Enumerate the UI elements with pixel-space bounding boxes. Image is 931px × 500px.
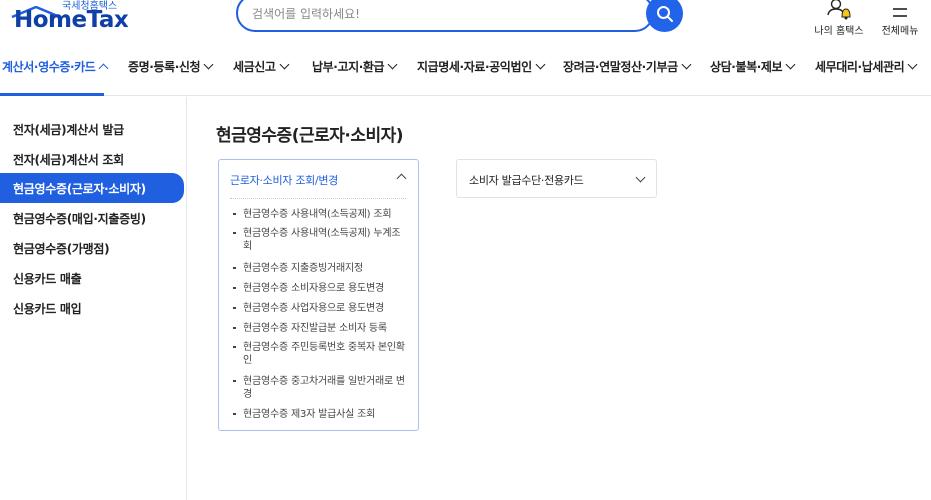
search-icon (656, 5, 673, 22)
logo-title: HomeTax (14, 7, 129, 33)
sidebar-item-label: 현금영수증(근로자·소비자) (13, 182, 146, 196)
nav-item-incentives[interactable]: 장려금·연말정산·기부금 (563, 58, 692, 75)
nav-item-label: 장려금·연말정산·기부금 (563, 60, 678, 74)
nav-item-payment[interactable]: 납부·고지·환급 (312, 58, 398, 75)
consumer-inquiry-card: 근로자·소비자 조회/변경 현금영수증 사용내역(소득공제) 조회 현금영수증 … (218, 159, 419, 431)
search-button[interactable] (646, 0, 683, 32)
nav-item-consulting[interactable]: 상담·불복·제보 (710, 58, 796, 75)
all-menu-button[interactable]: 전체메뉴 (874, 0, 926, 37)
nav-item-tax-agent[interactable]: 세무대리·납세관리 (815, 58, 918, 75)
nav-item-receipts[interactable]: 계산서·영수증·카드 (2, 58, 109, 75)
nav-item-certificates[interactable]: 증명·등록·신청 (128, 58, 214, 75)
my-hometax-label: 나의 홈택스 (814, 26, 864, 37)
chevron-up-icon[interactable] (396, 173, 407, 184)
list-item[interactable]: 현금영수증 사업자용으로 용도변경 (233, 302, 409, 315)
sidebar-item-einvoice-inquiry[interactable]: 전자(세금)계산서 조회 (13, 151, 124, 168)
search-input[interactable] (252, 4, 632, 24)
user-bell-icon (827, 0, 851, 20)
nav-item-label: 상담·불복·제보 (710, 60, 783, 74)
nav-item-label: 납부·고지·환급 (312, 60, 385, 74)
list-item[interactable]: 현금영수증 주민등록번호 중복자 본인확인 (233, 341, 409, 367)
nav-item-label: 계산서·영수증·카드 (2, 60, 96, 74)
sidebar-item-cash-receipt-merchant[interactable]: 현금영수증(가맹점) (13, 240, 110, 257)
sidebar: 전자(세금)계산서 발급 전자(세금)계산서 조회 현금영수증(근로자·소비자)… (0, 97, 187, 500)
chevron-down-icon (785, 59, 796, 70)
list-item[interactable]: 현금영수증 중고차거래를 일반거래로 변경 (233, 375, 409, 401)
consumer-issuance-card[interactable]: 소비자 발급수단·전용카드 (456, 159, 657, 198)
nav-item-label: 세무대리·납세관리 (815, 60, 905, 74)
sidebar-item-credit-card-purchase[interactable]: 신용카드 매입 (13, 300, 82, 317)
search-box (236, 0, 654, 32)
sidebar-item-cash-receipt-consumer[interactable]: 현금영수증(근로자·소비자) (0, 173, 184, 203)
chevron-down-icon (535, 59, 546, 70)
nav-item-label: 증명·등록·신청 (128, 60, 201, 74)
main-nav: 계산서·영수증·카드 증명·등록·신청 세금신고 납부·고지·환급 지급명세·자… (0, 48, 931, 96)
hamburger-icon (893, 8, 907, 17)
divider (230, 198, 406, 199)
chevron-down-icon (635, 172, 646, 183)
header: 국세청홈택스 HomeTax 나의 홈택스 전체메뉴 (0, 0, 931, 48)
nav-item-statements[interactable]: 지급명세·자료·공익법인 (417, 58, 546, 75)
list-item[interactable]: 현금영수증 소비자용으로 용도변경 (233, 282, 409, 295)
chevron-down-icon (681, 59, 692, 70)
list-item[interactable]: 현금영수증 지출증빙거래지정 (233, 262, 409, 275)
hometax-logo[interactable]: 국세청홈택스 HomeTax (4, 0, 129, 40)
my-hometax-button[interactable]: 나의 홈택스 (813, 0, 865, 37)
nav-item-label: 지급명세·자료·공익법인 (417, 60, 532, 74)
sidebar-item-credit-card-sales[interactable]: 신용카드 매출 (13, 270, 82, 287)
nav-active-indicator (0, 93, 104, 96)
list-item[interactable]: 현금영수증 사용내역(소득공제) 누계조회 (233, 227, 409, 253)
card-header[interactable]: 근로자·소비자 조회/변경 (230, 172, 338, 188)
chevron-up-icon (99, 63, 109, 73)
nav-item-label: 세금신고 (233, 60, 276, 74)
list-item[interactable]: 현금영수증 사용내역(소득공제) 조회 (233, 208, 409, 221)
chevron-down-icon (387, 59, 398, 70)
list-item[interactable]: 현금영수증 제3자 발급사실 조회 (233, 408, 409, 421)
page-title: 현금영수증(근로자·소비자) (216, 126, 404, 146)
sidebar-item-einvoice-issue[interactable]: 전자(세금)계산서 발급 (13, 121, 124, 138)
chevron-down-icon (279, 59, 290, 70)
sidebar-item-cash-receipt-purchase[interactable]: 현금영수증(매입·지출증빙) (13, 210, 146, 227)
list-item[interactable]: 현금영수증 자진발급분 소비자 등록 (233, 322, 409, 335)
chevron-down-icon (907, 59, 918, 70)
nav-item-tax-return[interactable]: 세금신고 (233, 58, 290, 75)
chevron-down-icon (203, 59, 214, 70)
card-header: 소비자 발급수단·전용카드 (469, 174, 584, 187)
all-menu-label: 전체메뉴 (881, 26, 919, 37)
